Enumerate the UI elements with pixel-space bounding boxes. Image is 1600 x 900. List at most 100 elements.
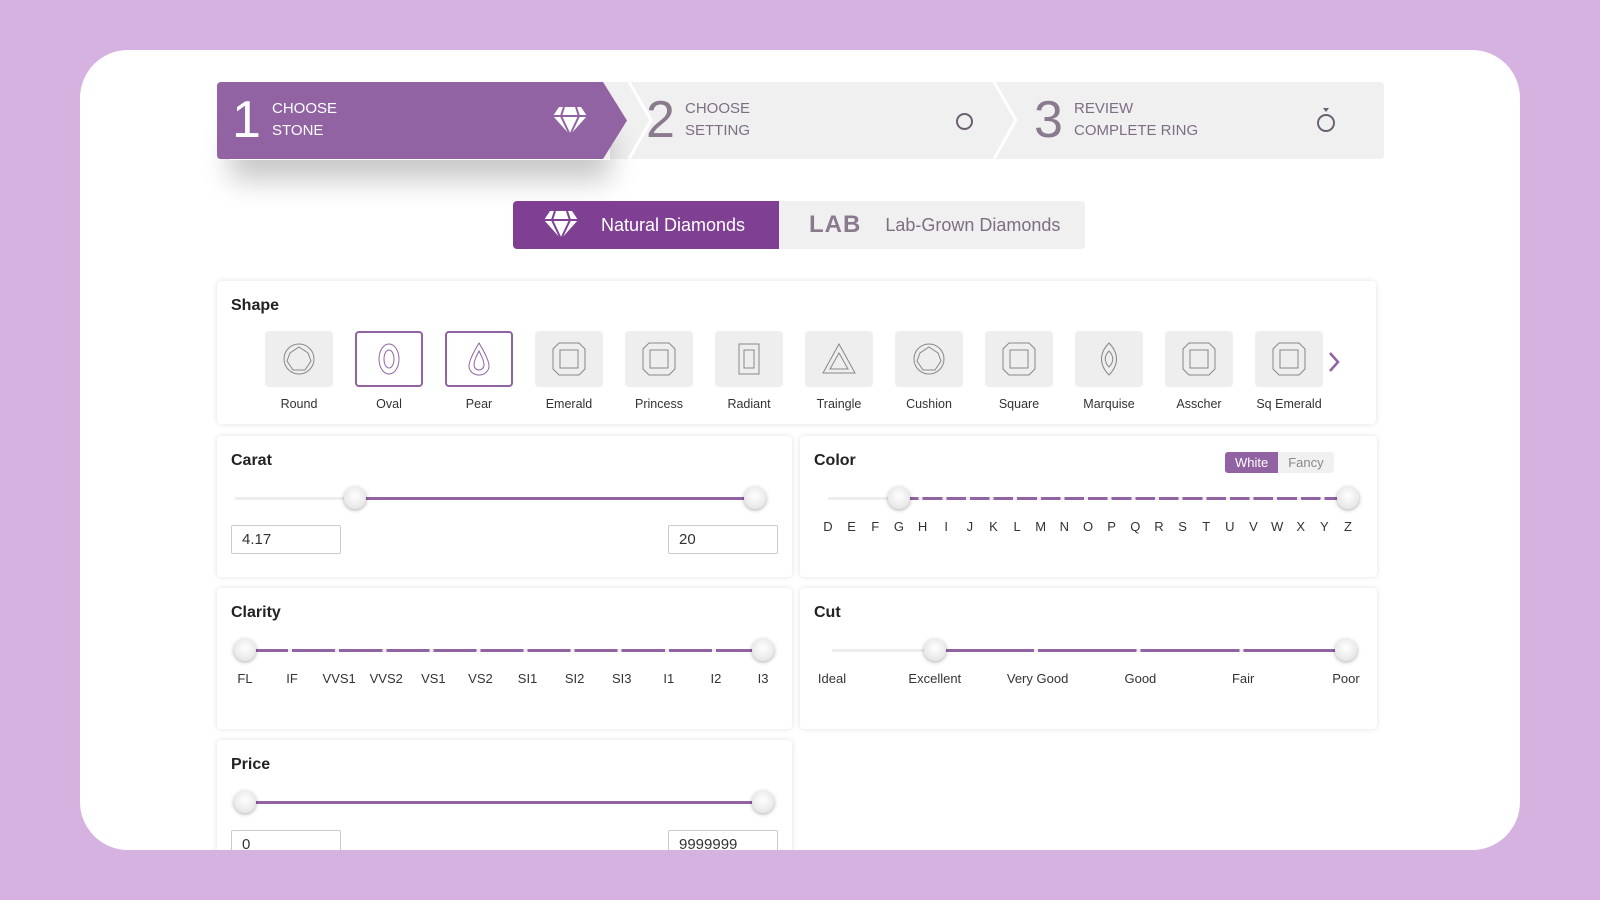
grade-label: G xyxy=(893,519,904,534)
shape-cushion[interactable]: Cushion xyxy=(895,331,963,411)
grade-label: L xyxy=(1013,519,1021,534)
color-title: Color xyxy=(814,452,856,469)
white-tab[interactable]: White xyxy=(1225,452,1279,473)
step-3-number: 3 xyxy=(1034,91,1063,149)
shape-label: Cushion xyxy=(906,397,952,411)
shape-tile[interactable] xyxy=(895,331,963,387)
grade-label: D xyxy=(823,519,833,534)
shape-tile[interactable] xyxy=(625,331,693,387)
grade-label: Excellent xyxy=(908,671,962,686)
step-2-line2: Setting xyxy=(685,122,751,139)
shape-tile[interactable] xyxy=(715,331,783,387)
grade-label: Very Good xyxy=(1006,671,1069,686)
grade-label: VS1 xyxy=(421,671,446,686)
grade-label: M xyxy=(1035,519,1047,534)
shape-tile[interactable] xyxy=(1165,331,1233,387)
carat-min-input[interactable]: 4.17 xyxy=(231,525,341,554)
grade-label: J xyxy=(966,519,974,534)
grade-label: VVS2 xyxy=(369,671,403,686)
shape-tile[interactable] xyxy=(445,331,513,387)
shape-label: Princess xyxy=(635,397,683,411)
shape-traingle[interactable]: Traingle xyxy=(805,331,873,411)
shape-pear[interactable]: Pear xyxy=(445,331,513,411)
princess-shape-icon xyxy=(642,342,676,376)
grade-label: X xyxy=(1296,519,1306,534)
grade-label: I1 xyxy=(663,671,675,686)
carat-max-input[interactable]: 20 xyxy=(668,525,778,554)
slider-thumb-max[interactable] xyxy=(744,487,766,509)
slider-thumb-min[interactable] xyxy=(923,639,946,661)
diamond-icon xyxy=(553,106,587,136)
grade-label: Y xyxy=(1320,519,1329,534)
price-slider[interactable] xyxy=(234,791,774,813)
shape-round[interactable]: Round xyxy=(265,331,333,411)
grade-label: Q xyxy=(1130,519,1141,534)
price-panel: Price 0 9999999 xyxy=(217,740,792,850)
grade-label: H xyxy=(917,519,928,534)
grade-label: S xyxy=(1178,519,1187,534)
emerald-shape-icon xyxy=(552,342,586,376)
shape-tile[interactable] xyxy=(985,331,1053,387)
slider-thumb-min[interactable] xyxy=(234,791,256,813)
clarity-slider[interactable]: FL IF VVS1 VVS2 VS1 VS2 SI1 SI2 SI3 I1 I2 I3 xyxy=(234,639,774,686)
shape-marquise[interactable]: Marquise xyxy=(1075,331,1143,411)
step-3-review[interactable]: Review Complete Ring xyxy=(1074,98,1198,142)
grade-label: VS2 xyxy=(468,671,493,686)
shape-tile[interactable] xyxy=(1075,331,1143,387)
grade-label: SI1 xyxy=(517,671,538,686)
color-panel: Color White Fancy DEFGH I JKLMNOPQRSTUVWXY… xyxy=(800,436,1377,577)
slider-thumb-min[interactable] xyxy=(234,639,256,661)
diamond-type-toggle: Natural Diamonds LAB Lab-Grown Diamonds xyxy=(513,201,1085,249)
grade-label: VVS1 xyxy=(322,671,356,686)
sq-emerald-shape-icon xyxy=(1272,342,1306,376)
slider-thumb-min[interactable] xyxy=(887,487,910,509)
shape-tile[interactable] xyxy=(535,331,603,387)
shape-tile[interactable] xyxy=(1255,331,1323,387)
price-title: Price xyxy=(231,756,271,773)
cut-panel: Cut Ideal Excellent Very Good Good Fair Poor xyxy=(800,588,1377,729)
slider-thumb-min[interactable] xyxy=(343,487,366,509)
cut-slider[interactable]: Ideal Excellent Very Good Good Fair Poor xyxy=(818,639,1360,686)
shape-tile[interactable] xyxy=(265,331,333,387)
shape-square[interactable]: Square xyxy=(985,331,1053,411)
shape-oval[interactable]: Oval xyxy=(355,331,423,411)
grade-label: O xyxy=(1082,519,1094,534)
grade-label: E xyxy=(847,519,856,534)
clarity-title: Clarity xyxy=(231,604,281,621)
step-1-line1: Choose xyxy=(272,100,338,117)
shape-label: Marquise xyxy=(1083,397,1135,411)
color-slider[interactable]: DEFGH I JKLMNOPQRSTUVWXYZ xyxy=(823,487,1359,534)
shape-label: Emerald xyxy=(545,397,593,411)
chevron-right-icon[interactable] xyxy=(1327,351,1341,373)
shape-label: Square xyxy=(998,397,1040,411)
grade-label: Good xyxy=(1124,671,1157,686)
step-2-number: 2 xyxy=(646,91,675,149)
shape-title: Shape xyxy=(231,297,280,314)
shape-asscher[interactable]: Asscher xyxy=(1165,331,1233,411)
slider-thumb-max[interactable] xyxy=(752,791,774,813)
step-2-choose-setting[interactable]: Choose Setting xyxy=(685,98,750,142)
carat-slider[interactable] xyxy=(235,487,766,509)
slider-range-fill xyxy=(354,497,755,500)
oval-shape-icon xyxy=(378,343,400,375)
natural-diamonds-tab[interactable]: Natural Diamonds xyxy=(513,201,779,249)
grade-label: Ideal xyxy=(817,671,847,686)
grade-label: K xyxy=(989,519,998,534)
slider-thumb-max[interactable] xyxy=(1335,639,1357,661)
price-max-input[interactable]: 9999999 xyxy=(668,830,778,850)
lab-grown-diamonds-tab[interactable]: LAB Lab-Grown Diamonds xyxy=(779,201,1085,249)
grade-label: V xyxy=(1249,519,1258,534)
slider-thumb-max[interactable] xyxy=(1337,487,1359,509)
price-min-input[interactable]: 0 xyxy=(231,830,341,850)
fancy-tab[interactable]: Fancy xyxy=(1278,452,1334,473)
shape-tile[interactable] xyxy=(805,331,873,387)
ring-circle-icon xyxy=(956,113,973,130)
slider-thumb-max[interactable] xyxy=(752,639,774,661)
shape-princess[interactable]: Princess xyxy=(625,331,693,411)
shape-sq-emerald[interactable]: Sq Emerald xyxy=(1255,331,1323,411)
slider-range-fill xyxy=(245,649,763,652)
shape-tile[interactable] xyxy=(355,331,423,387)
grade-label: I2 xyxy=(710,671,722,686)
shape-radiant[interactable]: Radiant xyxy=(715,331,783,411)
shape-emerald[interactable]: Emerald xyxy=(535,331,603,411)
